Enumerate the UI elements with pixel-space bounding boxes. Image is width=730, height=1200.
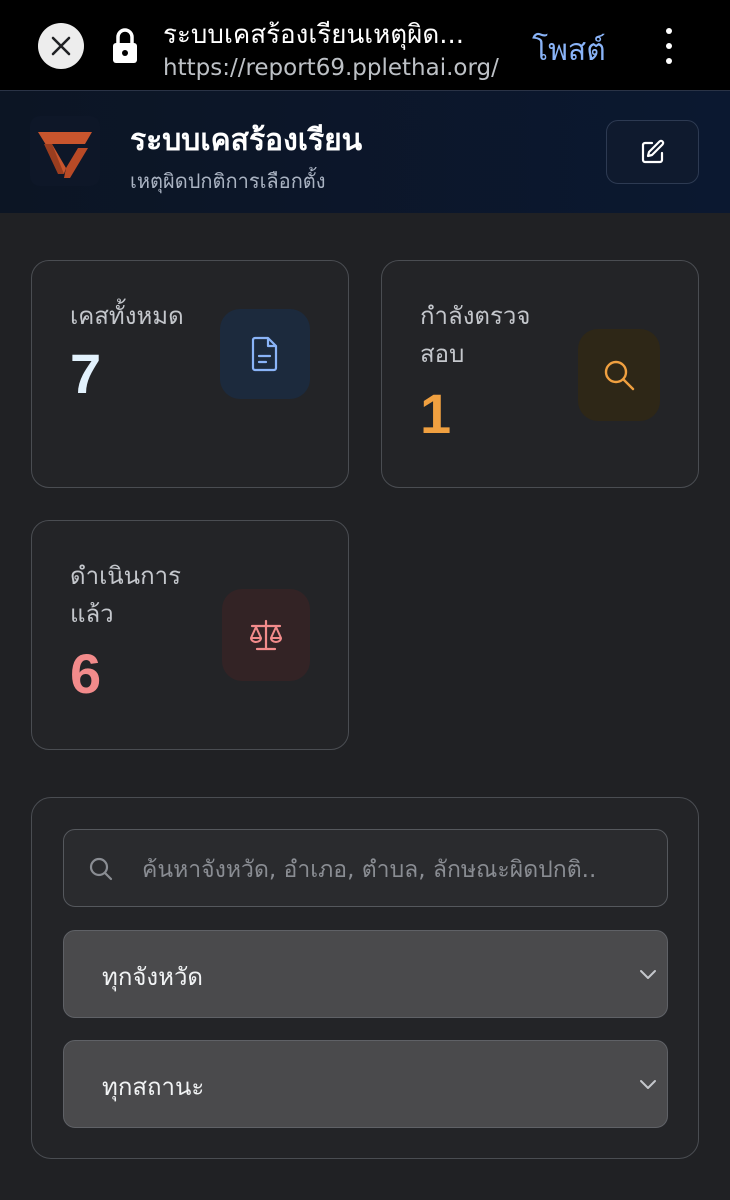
lock-icon[interactable] xyxy=(110,27,140,65)
close-icon xyxy=(51,36,71,56)
stat-card-total: เคสทั้งหมด 7 xyxy=(31,260,349,488)
edit-icon xyxy=(641,139,664,164)
post-button[interactable]: โพสต์ xyxy=(532,27,606,74)
logo-icon xyxy=(38,132,92,178)
tab-page-title: ระบบเคสร้องเรียนเหตุผิด... xyxy=(163,20,465,50)
stat-label-done-line2: แล้ว xyxy=(70,600,114,628)
scale-icon xyxy=(250,619,282,651)
page-title: ระบบเคสร้องเรียน xyxy=(130,123,363,158)
document-icon xyxy=(251,336,278,372)
status-selected-value: ทุกสถานะ xyxy=(102,1073,205,1101)
stat-label-investigating-line1: กำลังตรวจ xyxy=(420,302,531,330)
stat-value-investigating: 1 xyxy=(420,382,452,445)
status-select[interactable]: ทุกสถานะ xyxy=(63,1040,668,1128)
stat-card-investigating: กำลังตรวจ สอบ 1 xyxy=(381,260,699,488)
stat-value-done: 6 xyxy=(70,642,102,705)
province-selected-value: ทุกจังหวัด xyxy=(102,963,204,991)
stat-label-total: เคสทั้งหมด xyxy=(70,302,184,330)
stat-icon-box-investigating xyxy=(578,329,660,421)
province-select[interactable]: ทุกจังหวัด xyxy=(63,930,668,1018)
search-input[interactable]: ค้นหาจังหวัด, อำเภอ, ตำบล, ลักษณะผิดปกติ… xyxy=(63,829,668,907)
edit-button[interactable] xyxy=(606,120,699,184)
chevron-down-icon xyxy=(640,1080,656,1089)
search-placeholder: ค้นหาจังหวัด, อำเภอ, ตำบล, ลักษณะผิดปกติ… xyxy=(142,857,597,883)
stat-label-done-line1: ดำเนินการ xyxy=(70,562,181,590)
close-tab-button[interactable] xyxy=(38,23,84,69)
stat-icon-box-done xyxy=(222,589,310,681)
stat-value-total: 7 xyxy=(70,342,102,405)
stat-card-done: ดำเนินการ แล้ว 6 xyxy=(31,520,349,750)
stat-label-investigating-line2: สอบ xyxy=(420,340,465,368)
address-url[interactable]: https://report69.pplethai.org/ xyxy=(163,55,499,81)
filter-panel: ค้นหาจังหวัด, อำเภอ, ตำบล, ลักษณะผิดปกติ… xyxy=(31,797,699,1159)
search-icon xyxy=(89,857,113,881)
search-magnifier-icon xyxy=(604,360,635,391)
app-logo xyxy=(30,116,100,186)
stat-icon-box-total xyxy=(220,309,310,399)
more-options-icon[interactable] xyxy=(660,28,678,64)
browser-toolbar: ระบบเคสร้องเรียนเหตุผิด... https://repor… xyxy=(0,0,730,90)
chevron-down-icon xyxy=(640,970,656,979)
page-subtitle: เหตุผิดปกติการเลือกตั้ง xyxy=(130,169,326,193)
